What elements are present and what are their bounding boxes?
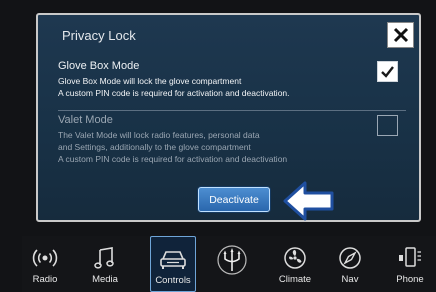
fan-icon xyxy=(284,247,306,269)
nav-item-climate[interactable]: Climate xyxy=(272,236,318,292)
nav-item-radio[interactable]: Radio xyxy=(24,236,66,292)
divider xyxy=(58,110,406,111)
dialog-title: Privacy Lock xyxy=(62,28,136,43)
nav-label-radio: Radio xyxy=(32,274,58,285)
bottom-nav-bar: Radio Media Controls Climate Nav Phone xyxy=(22,236,436,292)
glove-box-desc-line: Glove Box Mode will lock the glove compa… xyxy=(58,76,242,86)
radio-icon xyxy=(32,249,58,267)
nav-label-nav: Nav xyxy=(341,274,359,285)
valet-mode-title: Valet Mode xyxy=(58,114,113,126)
nav-label-climate: Climate xyxy=(278,274,312,285)
nav-label-controls: Controls xyxy=(155,275,191,286)
trident-logo-icon xyxy=(217,245,247,275)
glove-box-title: Glove Box Mode xyxy=(58,60,140,72)
checkmark-icon xyxy=(381,66,394,78)
nav-item-media[interactable]: Media xyxy=(84,236,126,292)
valet-mode-desc-line: and Settings, additionally to the glove … xyxy=(58,142,251,152)
nav-item-home[interactable] xyxy=(212,236,252,292)
car-icon xyxy=(160,251,186,269)
deactivate-button[interactable]: Deactivate xyxy=(198,187,270,212)
nav-item-controls[interactable]: Controls xyxy=(150,236,196,292)
close-icon xyxy=(393,27,408,43)
glove-box-desc-line: A custom PIN code is required for activa… xyxy=(58,88,290,98)
valet-mode-desc-line: The Valet Mode will lock radio features,… xyxy=(58,130,260,140)
glove-box-checkbox[interactable] xyxy=(377,61,398,82)
nav-item-nav[interactable]: Nav xyxy=(330,236,370,292)
phone-icon xyxy=(399,247,421,267)
head-unit-screen: Privacy Lock Glove Box Mode Glove Box Mo… xyxy=(0,0,436,292)
valet-mode-checkbox[interactable] xyxy=(377,115,398,136)
left-arrow-icon xyxy=(283,181,334,221)
nav-item-phone[interactable]: Phone xyxy=(388,236,432,292)
nav-label-phone: Phone xyxy=(396,274,424,285)
privacy-lock-dialog: Privacy Lock Glove Box Mode Glove Box Mo… xyxy=(36,13,421,222)
nav-label-media: Media xyxy=(92,274,118,285)
valet-mode-desc-line: A custom PIN code is required for activa… xyxy=(58,154,288,164)
music-note-icon xyxy=(94,247,114,269)
close-button[interactable] xyxy=(387,22,414,48)
compass-icon xyxy=(339,247,361,269)
